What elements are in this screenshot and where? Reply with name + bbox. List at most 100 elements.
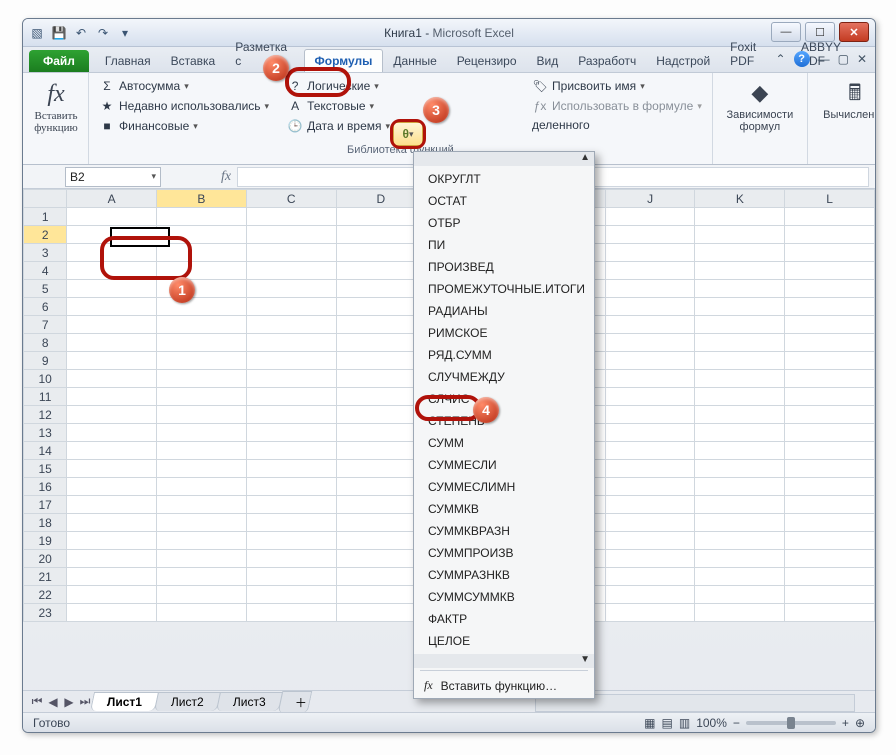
cell[interactable] bbox=[67, 442, 157, 460]
cell[interactable] bbox=[695, 514, 785, 532]
redo-icon[interactable]: ↷ bbox=[95, 25, 111, 41]
autosum-button[interactable]: Σ Автосумма▾ bbox=[97, 77, 271, 95]
doc-restore-icon[interactable]: ▢ bbox=[838, 52, 849, 66]
cell[interactable] bbox=[67, 514, 157, 532]
dropdown-item[interactable]: ПРОМЕЖУТОЧНЫЕ.ИТОГИ bbox=[414, 278, 594, 300]
zoom-in-button[interactable]: + bbox=[842, 716, 849, 730]
undo-icon[interactable]: ↶ bbox=[73, 25, 89, 41]
cell[interactable] bbox=[785, 442, 875, 460]
cell[interactable] bbox=[785, 244, 875, 262]
cell[interactable] bbox=[605, 478, 695, 496]
column-header[interactable]: C bbox=[246, 190, 336, 208]
cell[interactable] bbox=[246, 226, 336, 244]
dropdown-item[interactable]: ЦЕЛОЕ bbox=[414, 630, 594, 652]
row-header[interactable]: 20 bbox=[24, 550, 67, 568]
cell[interactable] bbox=[157, 262, 247, 280]
sheet-tab-3[interactable]: Лист3 bbox=[216, 692, 283, 711]
insert-function-button[interactable]: fx Вставить функцию bbox=[31, 77, 81, 137]
cell[interactable] bbox=[785, 568, 875, 586]
dropdown-item[interactable]: РАДИАНЫ bbox=[414, 300, 594, 322]
cell[interactable] bbox=[67, 262, 157, 280]
cell[interactable] bbox=[695, 496, 785, 514]
cell[interactable] bbox=[785, 334, 875, 352]
cell[interactable] bbox=[695, 568, 785, 586]
cell[interactable] bbox=[695, 262, 785, 280]
cell[interactable] bbox=[157, 496, 247, 514]
text-button[interactable]: A Текстовые▾ bbox=[285, 97, 392, 115]
sheet-tab-2[interactable]: Лист2 bbox=[154, 692, 221, 711]
tab-developer[interactable]: Разработч bbox=[568, 50, 646, 72]
cell[interactable] bbox=[605, 262, 695, 280]
cell[interactable] bbox=[246, 280, 336, 298]
row-header[interactable]: 21 bbox=[24, 568, 67, 586]
cell[interactable] bbox=[695, 406, 785, 424]
row-header[interactable]: 3 bbox=[24, 244, 67, 262]
column-header[interactable]: A bbox=[67, 190, 157, 208]
dropdown-item[interactable]: ПИ bbox=[414, 234, 594, 256]
cell[interactable] bbox=[785, 262, 875, 280]
row-header[interactable]: 10 bbox=[24, 370, 67, 388]
cell[interactable] bbox=[67, 370, 157, 388]
cell[interactable] bbox=[695, 208, 785, 226]
doc-minimize-icon[interactable]: — bbox=[818, 52, 830, 66]
dropdown-item[interactable]: СУММПРОИЗВ bbox=[414, 542, 594, 564]
tab-review[interactable]: Рецензиро bbox=[447, 50, 527, 72]
cell[interactable] bbox=[246, 478, 336, 496]
cell[interactable] bbox=[785, 226, 875, 244]
insert-function-menu-item[interactable]: fx Вставить функцию… bbox=[414, 673, 594, 698]
cell[interactable] bbox=[67, 460, 157, 478]
dropdown-item[interactable]: СУММКВРАЗН bbox=[414, 520, 594, 542]
math-trig-button[interactable]: θ▾ bbox=[393, 122, 423, 146]
cell[interactable] bbox=[246, 352, 336, 370]
cell[interactable] bbox=[157, 406, 247, 424]
cell[interactable] bbox=[67, 424, 157, 442]
cell[interactable] bbox=[157, 424, 247, 442]
cell[interactable] bbox=[695, 478, 785, 496]
dropdown-item[interactable]: РЯД.СУММ bbox=[414, 344, 594, 366]
cell[interactable] bbox=[785, 532, 875, 550]
view-pagebreak-icon[interactable]: ▥ bbox=[679, 716, 690, 730]
cell[interactable] bbox=[695, 334, 785, 352]
qat-more-icon[interactable]: ▾ bbox=[117, 25, 133, 41]
dropdown-item[interactable]: СУММКВ bbox=[414, 498, 594, 520]
select-all-corner[interactable] bbox=[24, 190, 67, 208]
cell[interactable] bbox=[246, 370, 336, 388]
cell[interactable] bbox=[695, 298, 785, 316]
cell[interactable] bbox=[246, 388, 336, 406]
cell[interactable] bbox=[605, 316, 695, 334]
cell[interactable] bbox=[785, 424, 875, 442]
dropdown-item[interactable]: ОКРУГЛТ bbox=[414, 168, 594, 190]
cell[interactable] bbox=[605, 550, 695, 568]
cell[interactable] bbox=[605, 586, 695, 604]
calculation-button[interactable]: 🖩 Вычисление bbox=[816, 77, 876, 121]
row-header[interactable]: 12 bbox=[24, 406, 67, 424]
cell[interactable] bbox=[785, 208, 875, 226]
row-header[interactable]: 6 bbox=[24, 298, 67, 316]
tab-data[interactable]: Данные bbox=[383, 50, 446, 72]
dropdown-item[interactable]: ФАКТР bbox=[414, 608, 594, 630]
cell[interactable] bbox=[695, 244, 785, 262]
cell[interactable] bbox=[157, 532, 247, 550]
sheet-tab-1[interactable]: Лист1 bbox=[90, 692, 159, 711]
fx-label-icon[interactable]: fx bbox=[221, 169, 231, 185]
sheet-nav-first[interactable]: ⏮ bbox=[29, 694, 45, 709]
cell[interactable] bbox=[246, 586, 336, 604]
cell[interactable] bbox=[246, 262, 336, 280]
zoom-handle-icon[interactable]: ⊕ bbox=[855, 716, 865, 730]
cell[interactable] bbox=[67, 604, 157, 622]
cell[interactable] bbox=[785, 514, 875, 532]
tab-addins[interactable]: Надстрой bbox=[646, 50, 720, 72]
file-tab[interactable]: Файл bbox=[29, 50, 89, 72]
cell[interactable] bbox=[157, 460, 247, 478]
cell[interactable] bbox=[785, 586, 875, 604]
view-normal-icon[interactable]: ▦ bbox=[644, 716, 655, 730]
row-header[interactable]: 19 bbox=[24, 532, 67, 550]
doc-close-icon[interactable]: ✕ bbox=[857, 52, 867, 66]
cell[interactable] bbox=[695, 460, 785, 478]
dropdown-item[interactable]: РИМСКОЕ bbox=[414, 322, 594, 344]
row-header[interactable]: 18 bbox=[24, 514, 67, 532]
cell[interactable] bbox=[67, 586, 157, 604]
dropdown-item[interactable]: СЛУЧМЕЖДУ bbox=[414, 366, 594, 388]
cell[interactable] bbox=[785, 460, 875, 478]
cell[interactable] bbox=[67, 496, 157, 514]
